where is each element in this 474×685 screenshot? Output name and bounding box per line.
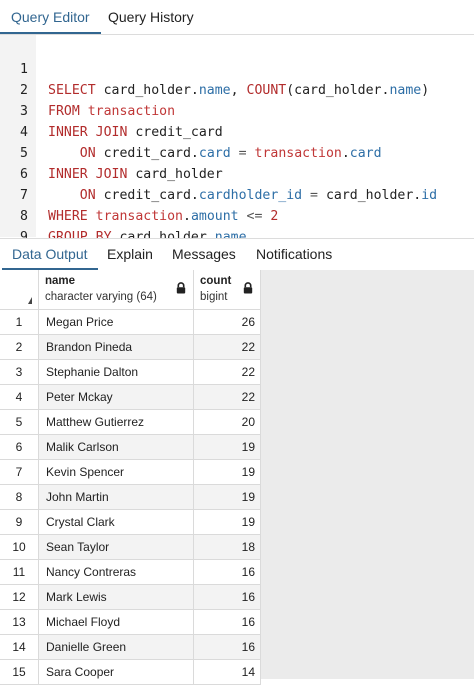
count-cell[interactable]: 22 [194,360,261,385]
sort-indicator-icon [28,297,32,304]
code-line: 7 WHERE transaction.amount <= 2 [0,164,474,224]
tab-messages[interactable]: Messages [162,239,246,270]
code-line: 6 ON credit_card.cardholder_id = card_ho… [0,143,474,203]
tab-notifications[interactable]: Notifications [246,239,342,270]
grid-corner[interactable] [0,270,39,310]
tab-query-history[interactable]: Query History [97,0,205,34]
count-cell[interactable]: 19 [194,510,261,535]
count-cell[interactable]: 16 [194,635,261,660]
column-type: bigint [200,291,228,303]
row-number[interactable]: 2 [0,335,39,360]
count-cell[interactable]: 22 [194,335,261,360]
column-name: name [45,275,76,287]
row-number[interactable]: 9 [0,510,39,535]
column-header-name[interactable]: name character varying (64) [39,270,194,310]
name-cell[interactable]: Peter Mckay [39,385,194,410]
tab-data-output[interactable]: Data Output [2,239,98,270]
row-number[interactable]: 4 [0,385,39,410]
name-cell[interactable]: Nancy Contreras [39,560,194,585]
row-number[interactable]: 5 [0,410,39,435]
code-line: 3 INNER JOIN credit_card [0,80,474,140]
code-line: 4 ON credit_card.card = transaction.card [0,101,474,161]
code-line: 8 GROUP BY card_holder.name [0,185,474,245]
name-cell[interactable]: Stephanie Dalton [39,360,194,385]
table-row[interactable]: 3 Stephanie Dalton 22 [0,360,261,385]
row-number[interactable]: 13 [0,610,39,635]
name-cell[interactable]: Danielle Green [39,635,194,660]
editor-tab-bar: Query Editor Query History [0,0,474,35]
name-cell[interactable]: Matthew Gutierrez [39,410,194,435]
count-cell[interactable]: 20 [194,410,261,435]
row-number[interactable]: 6 [0,435,39,460]
count-cell[interactable]: 22 [194,385,261,410]
sql-editor[interactable]: 1 SELECT card_holder.name, COUNT(card_ho… [0,35,474,266]
table-row[interactable]: 4 Peter Mckay 22 [0,385,261,410]
code-line: 9 ORDER BY COUNT DESC [0,206,474,266]
row-number[interactable]: 12 [0,585,39,610]
table-row[interactable]: 14 Danielle Green 16 [0,635,261,660]
count-cell[interactable]: 16 [194,610,261,635]
table-row[interactable]: 6 Malik Carlson 19 [0,435,261,460]
row-number[interactable]: 11 [0,560,39,585]
table-row[interactable]: 8 John Martin 19 [0,485,261,510]
table-row[interactable]: 15 Sara Cooper 14 [0,660,261,685]
name-cell[interactable]: Michael Floyd [39,610,194,635]
name-cell[interactable]: John Martin [39,485,194,510]
name-cell[interactable]: Megan Price [39,310,194,335]
code-line: 5 INNER JOIN card_holder [0,122,474,182]
tab-explain[interactable]: Explain [97,239,163,270]
lock-icon [243,282,253,294]
table-row[interactable]: 10 Sean Taylor 18 [0,535,261,560]
row-number[interactable]: 8 [0,485,39,510]
count-cell[interactable]: 19 [194,485,261,510]
code-line: 1 SELECT card_holder.name, COUNT(card_ho… [0,38,474,98]
name-cell[interactable]: Crystal Clark [39,510,194,535]
count-cell[interactable]: 14 [194,660,261,685]
name-cell[interactable]: Mark Lewis [39,585,194,610]
table-row[interactable]: 7 Kevin Spencer 19 [0,460,261,485]
row-number[interactable]: 3 [0,360,39,385]
name-cell[interactable]: Malik Carlson [39,435,194,460]
table-row[interactable]: 5 Matthew Gutierrez 20 [0,410,261,435]
table-row[interactable]: 9 Crystal Clark 19 [0,510,261,535]
row-number[interactable]: 7 [0,460,39,485]
table-row[interactable]: 1 Megan Price 26 [0,310,261,335]
table-row[interactable]: 13 Michael Floyd 16 [0,610,261,635]
count-cell[interactable]: 19 [194,460,261,485]
name-cell[interactable]: Sara Cooper [39,660,194,685]
count-cell[interactable]: 16 [194,560,261,585]
count-cell[interactable]: 19 [194,435,261,460]
column-type: character varying (64) [45,291,157,303]
name-cell[interactable]: Brandon Pineda [39,335,194,360]
tab-query-editor[interactable]: Query Editor [0,0,101,34]
data-output-grid[interactable]: name character varying (64) count bigint… [0,270,474,685]
column-name: count [200,275,232,287]
count-cell[interactable]: 26 [194,310,261,335]
row-number[interactable]: 1 [0,310,39,335]
name-cell[interactable]: Kevin Spencer [39,460,194,485]
table-row[interactable]: 2 Brandon Pineda 22 [0,335,261,360]
count-cell[interactable]: 16 [194,585,261,610]
row-number[interactable]: 15 [0,660,39,685]
code-line: 2 FROM transaction [0,59,474,119]
results-tab-bar: Data Output Explain Messages Notificatio… [0,238,474,271]
column-header-count[interactable]: count bigint [194,270,261,310]
name-cell[interactable]: Sean Taylor [39,535,194,560]
table-row[interactable]: 12 Mark Lewis 16 [0,585,261,610]
count-cell[interactable]: 18 [194,535,261,560]
table-row[interactable]: 11 Nancy Contreras 16 [0,560,261,585]
row-number[interactable]: 14 [0,635,39,660]
lock-icon [176,282,186,294]
row-number[interactable]: 10 [0,535,39,560]
